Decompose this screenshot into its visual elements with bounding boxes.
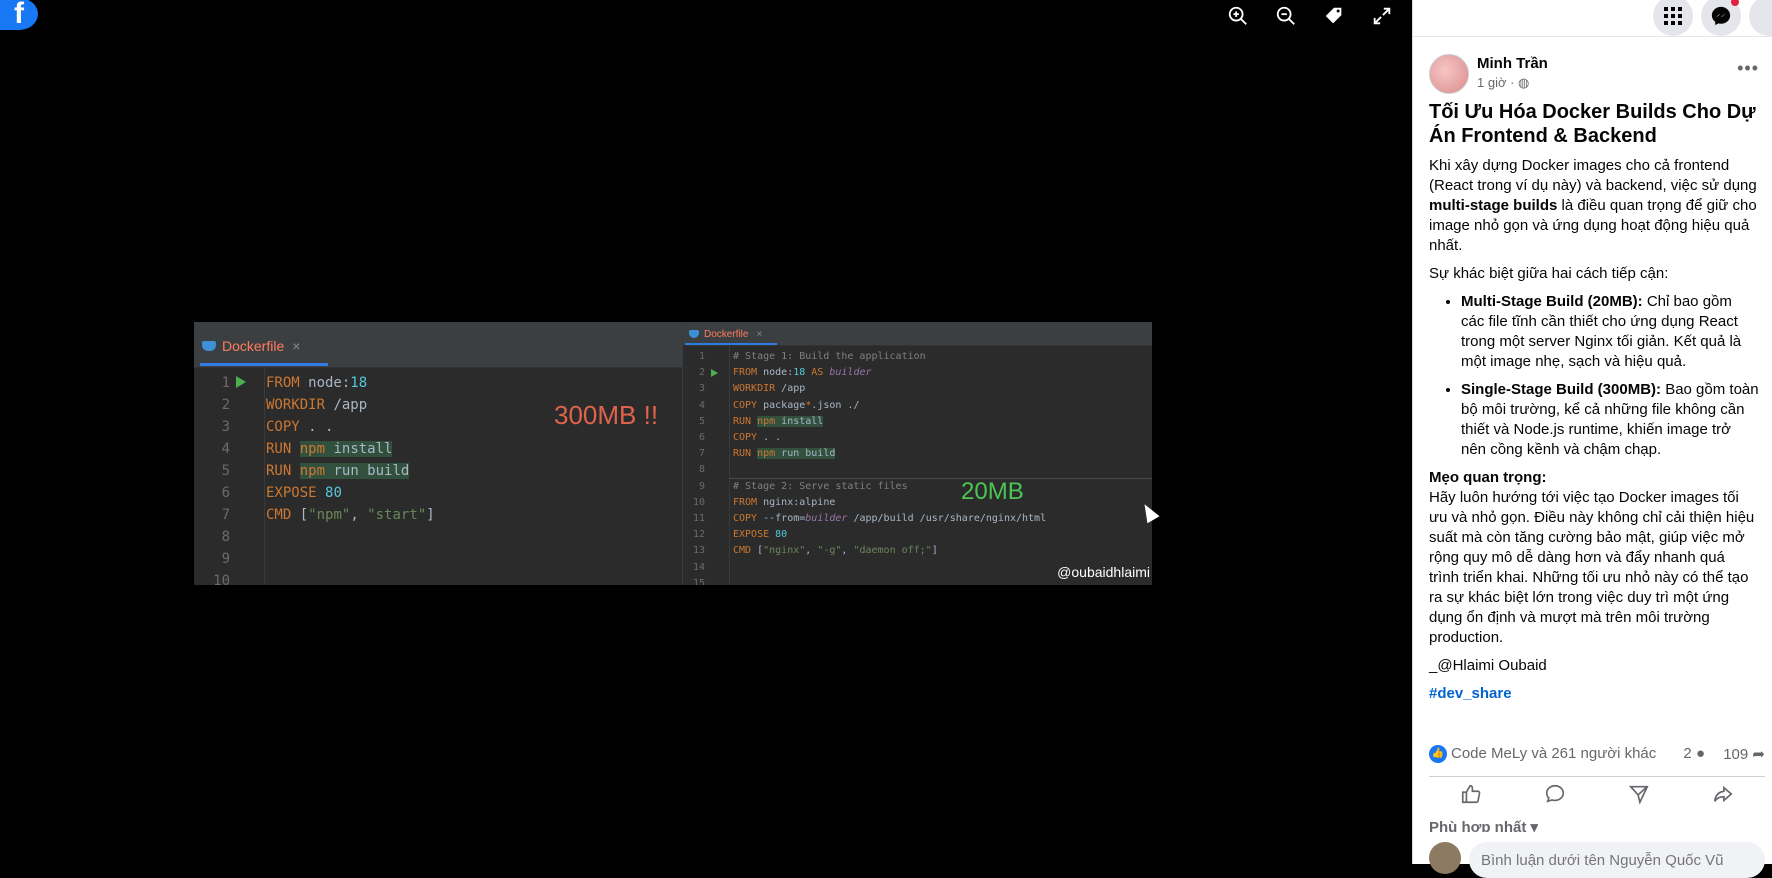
post-time[interactable]: 1 giờ · ◍: [1477, 75, 1529, 91]
zoom-out-icon[interactable]: [1272, 2, 1300, 30]
comment-composer: [1429, 842, 1765, 878]
dockerfile-tab: Dockerfile ×: [202, 336, 300, 356]
code-line: 11 COPY --from=builder /app/build /usr/sh…: [692, 513, 1047, 525]
hashtag-link[interactable]: #dev_share: [1429, 685, 1512, 702]
code-line: 1 FROM node:18: [221, 375, 368, 391]
photo-viewer: f Dockerfile × 1FROM node:18 2WORKDIR: [0, 0, 1412, 864]
run-icon: [236, 376, 246, 388]
menu-grid-icon[interactable]: [1653, 0, 1693, 36]
multi-stage-editor: Dockerfile × 1 # Stage 1: Build the appli…: [682, 322, 1152, 585]
reactors-text[interactable]: Code MeLy và 261 người khác: [1451, 745, 1656, 762]
code-line: 5 RUN npm install: [698, 415, 824, 427]
code-line: 3 WORKDIR /app: [698, 383, 806, 395]
size-label-20mb: 20MB: [961, 478, 1024, 505]
code-line: 10: [213, 573, 230, 585]
share-icon[interactable]: [1712, 783, 1734, 810]
messenger-icon[interactable]: [1701, 0, 1741, 36]
sidebar-topbar: [1413, 0, 1772, 37]
comment-sort[interactable]: Phù hợp nhất ▾: [1429, 818, 1538, 832]
code-line: 13 CMD ["nginx", "-g", "daemon off;"]: [692, 545, 938, 557]
editor-tabbar: Dockerfile ×: [683, 322, 1152, 346]
comment-icon[interactable]: [1544, 783, 1566, 810]
tip-paragraph: Mẹo quan trọng: Hãy luôn hướng tới việc t…: [1429, 469, 1755, 646]
code-line: 4 RUN npm install: [221, 441, 393, 457]
fullscreen-icon[interactable]: [1368, 2, 1396, 30]
code-line: 7 CMD ["npm", "start"]: [221, 507, 435, 523]
code-line: 9: [221, 551, 230, 567]
code-line: 12 EXPOSE 80: [692, 529, 788, 541]
tab-underline: [200, 363, 328, 366]
post-title: Tối Ưu Hóa Docker Builds Cho Dự Án Front…: [1429, 101, 1756, 147]
code-line: 6 EXPOSE 80: [221, 485, 342, 501]
post-header: Minh Trần 1 giờ · ◍ •••: [1429, 54, 1759, 96]
code-line: 2 FROM node:18 AS builder: [698, 367, 872, 379]
list-item: Multi-Stage Build (20MB): Chỉ bao gồm cá…: [1461, 292, 1759, 372]
post-sidebar: Minh Trần 1 giờ · ◍ ••• Tối Ưu Hóa Docke…: [1412, 0, 1772, 878]
code-line: 6 COPY . .: [698, 432, 782, 444]
code-line: 9 # Stage 2: Serve static files: [698, 480, 908, 492]
tag-icon[interactable]: [1320, 2, 1348, 30]
action-bar: [1429, 776, 1765, 816]
code-line: 10 FROM nginx:alpine: [692, 496, 836, 508]
intro-paragraph: Khi xây dựng Docker images cho cả fronte…: [1429, 157, 1757, 254]
signature: _@Hlaimi Oubaid: [1429, 657, 1547, 674]
editor-tabbar: Dockerfile ×: [194, 322, 682, 368]
like-icon[interactable]: [1460, 783, 1482, 810]
author-name[interactable]: Minh Trần: [1477, 55, 1548, 72]
more-options-button[interactable]: •••: [1737, 58, 1759, 79]
run-icon: [711, 369, 718, 378]
bullet-list: Multi-Stage Build (20MB): Chỉ bao gồm cá…: [1461, 292, 1759, 460]
single-stage-editor: Dockerfile × 1 FROM node:18 2 WORKDIR /app…: [194, 322, 682, 585]
code-line: 5 RUN npm run build: [221, 463, 410, 479]
notifications-icon[interactable]: [1749, 0, 1772, 36]
code-line: 7 RUN npm run build: [698, 448, 836, 460]
code-line: 1 # Stage 1: Build the application: [698, 351, 926, 362]
notification-dot: [1731, 0, 1739, 6]
zoom-in-icon[interactable]: [1224, 2, 1252, 30]
like-reaction-icon: 👍: [1429, 745, 1447, 763]
globe-icon: ◍: [1518, 75, 1530, 90]
avatar[interactable]: [1429, 54, 1469, 94]
send-icon[interactable]: [1628, 783, 1650, 810]
docker-icon: [689, 330, 699, 338]
avatar: [1429, 842, 1461, 874]
share-icon: ➦: [1752, 746, 1765, 763]
reaction-bar: 👍 Code MeLy và 261 người khác 2 ● 109 ➦: [1429, 744, 1765, 766]
share-count[interactable]: 109 ➦: [1723, 745, 1765, 763]
close-icon: ×: [292, 338, 301, 354]
watermark: @oubaidhlaimi: [1057, 564, 1150, 580]
post-image: Dockerfile × 1 FROM node:18 2 WORKDIR /app…: [194, 322, 1152, 585]
code-area: 1 # Stage 1: Build the application 2 FROM …: [683, 349, 1152, 585]
comment-icon: ●: [1695, 745, 1705, 762]
list-item: Single-Stage Build (300MB): Bao gồm toàn…: [1461, 380, 1759, 460]
code-line: 4 COPY package*.json ./: [698, 399, 860, 411]
code-line: 8: [698, 464, 705, 476]
comment-count[interactable]: 2 ●: [1683, 745, 1705, 762]
dockerfile-tab: Dockerfile ×: [689, 326, 762, 342]
post-text: Tối Ưu Hóa Docker Builds Cho Dự Án Front…: [1429, 100, 1759, 712]
code-line: 8: [221, 529, 230, 545]
docker-icon: [202, 341, 216, 351]
comment-input[interactable]: [1469, 842, 1765, 878]
tab-underline: [685, 343, 777, 345]
diff-heading: Sự khác biệt giữa hai cách tiếp cận:: [1429, 265, 1669, 282]
facebook-logo[interactable]: f: [0, 0, 38, 30]
size-label-300mb: 300MB !!: [554, 400, 659, 430]
close-icon: ×: [756, 328, 763, 340]
